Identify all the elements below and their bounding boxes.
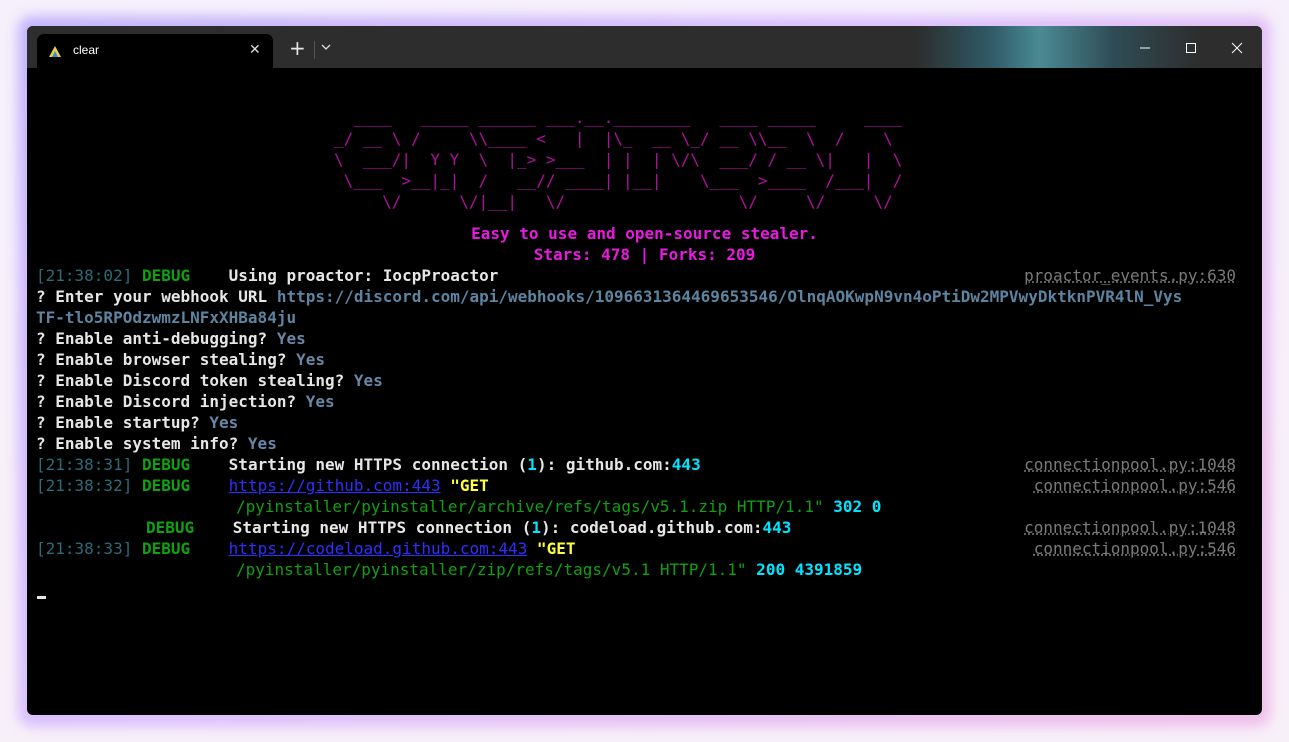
port-number: 443 [762, 518, 792, 537]
ascii-row: \___ >__|_| / __// ____| |__| \___ >____… [334, 171, 903, 190]
log-line-continued: /pyinstaller/pyinstaller/archive/refs/ta… [236, 496, 881, 517]
request-path: /pyinstaller/pyinstaller/archive/refs/ta… [236, 497, 824, 516]
github-link[interactable]: https://github.com:443 [229, 476, 441, 495]
terminal-output[interactable]: ____ _____ ______ ___.__.________ ____ _… [27, 68, 1262, 715]
source-ref: connectionpool.py:546 [1033, 539, 1236, 558]
ascii-row: \/ \/|__| \/ \/ \/ \/ [334, 192, 903, 211]
log-message: ): github.com: [536, 455, 672, 474]
source-ref: connectionpool.py:1048 [1024, 455, 1236, 474]
tab-title: clear [73, 43, 100, 57]
quote-mark: " [440, 476, 460, 495]
response-status: 302 0 [823, 497, 882, 516]
quote-mark: " [527, 539, 547, 558]
connection-count: 1 [531, 518, 541, 537]
prompt-question: ? Enable anti-debugging? [36, 329, 277, 348]
source-ref: connectionpool.py:546 [1033, 476, 1236, 495]
timestamp: [21:38:33] [36, 539, 133, 558]
prompt-line: ? Enable startup? Yes [36, 412, 238, 433]
prompt-question: ? Enable startup? [36, 413, 210, 432]
ascii-art-banner: ____ _____ ______ ___.__.________ ____ _… [334, 107, 922, 212]
prompt-answer: Yes [296, 350, 325, 369]
prompt-line: ? Enter your webhook URL https://discord… [36, 286, 1182, 307]
prompt-answer: Yes [247, 434, 277, 453]
prompt-question: ? Enable system info? [36, 434, 248, 453]
tagline: Easy to use and open-source stealer. [471, 224, 818, 243]
connection-count: 1 [527, 455, 537, 474]
request-path: /pyinstaller/pyinstaller/zip/refs/tags/v… [236, 560, 747, 579]
prompt-line: ? Enable anti-debugging? Yes [36, 328, 306, 349]
webhook-url: https://discord.com/api/webhooks/1096631… [276, 287, 1183, 306]
chevron-down-icon[interactable] [321, 43, 331, 51]
port-number: 443 [671, 455, 701, 474]
source-ref: proactor_events.py:630 [1024, 266, 1236, 285]
http-method: GET [459, 476, 489, 495]
log-level: DEBUG [141, 455, 191, 474]
log-level: DEBUG [141, 266, 191, 285]
tab-clear[interactable]: clear ✕ [37, 34, 273, 68]
minimize-icon[interactable] [1135, 38, 1155, 58]
ascii-row: \ ___/| Y Y \ |_> >___ | | | \/\ ___/ / … [334, 150, 903, 169]
log-line: [21:38:33] DEBUG https://codeload.github… [36, 538, 575, 559]
log-line: [21:38:32] DEBUG https://github.com:443 … [36, 475, 489, 496]
title-bar: clear ✕ + [27, 26, 1262, 68]
ascii-row: ____ _____ ______ ___.__.________ ____ _… [334, 108, 922, 127]
log-level: DEBUG [141, 476, 191, 495]
prompt-question: ? Enable Discord injection? [36, 392, 306, 411]
maximize-icon[interactable] [1181, 38, 1201, 58]
ascii-row: _/ __ \ / \\____ < | |\_ __ \_/ __ \\__ … [334, 129, 903, 148]
log-level: DEBUG [141, 539, 191, 558]
prompt-line: ? Enable browser stealing? Yes [36, 349, 325, 370]
source-ref: connectionpool.py:1048 [1024, 518, 1236, 537]
prompt-question: ? Enable browser stealing? [36, 350, 297, 369]
tab-close-icon[interactable]: ✕ [249, 42, 261, 58]
prompt-question: ? Enter your webhook URL [36, 287, 277, 306]
log-line: [21:38:31] DEBUG Starting new HTTPS conn… [36, 454, 701, 475]
prompt-line: ? Enable Discord token stealing? Yes [36, 370, 383, 391]
webhook-url-continued: TF-tlo5RPOdzwmzLNFxXHBa84ju [36, 308, 297, 327]
log-line: [21:38:02] DEBUG Using proactor: IocpPro… [36, 265, 498, 286]
prompt-answer: Yes [276, 329, 306, 348]
log-message: Starting new HTTPS connection ( [232, 518, 532, 537]
repo-stats: Stars: 478 | Forks: 209 [533, 245, 756, 264]
new-tab-button[interactable]: + [289, 38, 306, 58]
terminal-window: clear ✕ + ____ _____ ______ ___.__._____… [27, 26, 1262, 715]
log-message: Using proactor: IocpProactor [228, 266, 499, 285]
prompt-line: ? Enable system info? Yes [36, 433, 277, 454]
response-status: 200 4391859 [746, 560, 863, 579]
timestamp: [21:38:31] [36, 455, 133, 474]
codeload-link[interactable]: https://codeload.github.com:443 [229, 539, 528, 558]
prompt-answer: Yes [353, 371, 383, 390]
text-cursor [37, 596, 46, 599]
log-level: DEBUG [146, 518, 195, 537]
close-icon[interactable] [1227, 38, 1247, 58]
prompt-line: ? Enable Discord injection? Yes [36, 391, 335, 412]
timestamp: [21:38:02] [36, 266, 133, 285]
tab-divider [314, 41, 315, 59]
log-line-continued: /pyinstaller/pyinstaller/zip/refs/tags/v… [236, 559, 862, 580]
prompt-answer: Yes [305, 392, 335, 411]
prompt-question: ? Enable Discord token stealing? [36, 371, 354, 390]
log-line: DEBUG Starting new HTTPS connection (1):… [146, 517, 791, 538]
timestamp: [21:38:32] [36, 476, 133, 495]
prompt-answer: Yes [209, 413, 239, 432]
terminal-tab-icon [49, 46, 61, 57]
log-message: Starting new HTTPS connection ( [228, 455, 528, 474]
http-method: GET [546, 539, 576, 558]
log-message: ): codeload.github.com: [540, 518, 763, 537]
